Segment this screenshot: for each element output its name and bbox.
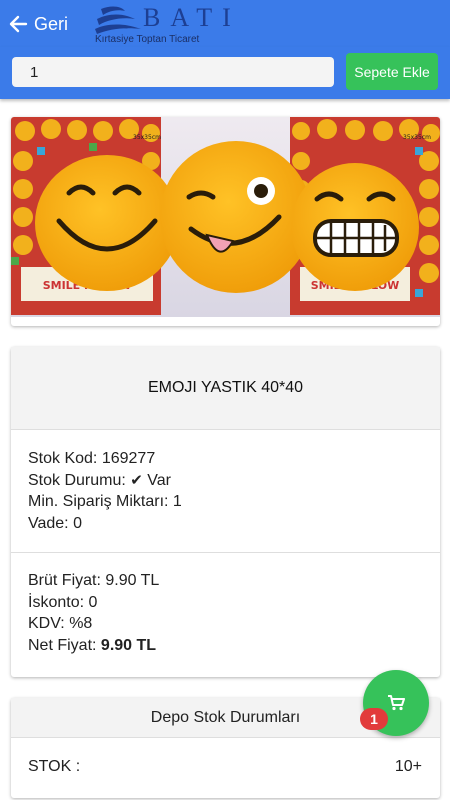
arrow-left-icon [9, 15, 28, 33]
net-price-value: 9.90 TL [100, 636, 157, 654]
vat-row: KDV: %8 [28, 613, 423, 635]
grin-pillow [291, 163, 419, 291]
order-bar: Sepete Ekle [0, 47, 450, 99]
box-size-label-right: 35x35cm [403, 134, 431, 141]
stock-status-label: Stok Durumu: [28, 471, 126, 489]
wave-logo-icon [95, 6, 141, 34]
brand-subtitle: Kırtasiye Toptan Ticaret [95, 34, 200, 45]
depot-stock-value: 10+ [394, 758, 422, 775]
discount-row: İskonto: 0 [28, 592, 423, 614]
depot-stock-label: STOK : [28, 758, 81, 775]
check-icon: ✔ [130, 471, 143, 489]
term-row: Vade: 0 [28, 513, 423, 535]
smile-pillow [35, 155, 179, 291]
box-size-label: 35x35cm [133, 134, 161, 141]
stock-details: Stok Kod: 169277 Stok Durumu: ✔ Var Min.… [11, 430, 440, 553]
gross-price-value: 9.90 TL [105, 572, 160, 589]
cart-count-badge: 1 [360, 708, 388, 730]
back-label: Geri [34, 13, 69, 34]
term-value: 0 [73, 514, 82, 532]
stock-code-row: Stok Kod: 169277 [28, 448, 423, 470]
min-order-value: 1 [172, 493, 182, 510]
stock-code-value: 169277 [101, 450, 156, 467]
stock-status-row: Stok Durumu: ✔ Var [28, 470, 423, 492]
stock-code-label: Stok Kod: [28, 450, 98, 467]
net-price-label: Net Fiyat: [28, 636, 97, 654]
stock-status-value: Var [147, 471, 172, 489]
quantity-input[interactable] [12, 57, 334, 87]
cart-icon [388, 695, 405, 711]
price-details: Brüt Fiyat: 9.90 TL İskonto: 0 KDV: %8 N… [11, 553, 440, 656]
net-price-row: Net Fiyat: 9.90 TL [28, 635, 423, 657]
add-to-cart-button[interactable]: Sepete Ekle [346, 53, 438, 90]
min-order-row: Min. Sipariş Miktarı: 1 [28, 491, 423, 513]
product-image[interactable]: SMILE PILLOW 35x35cm SMILE PILLOW 35x35c… [11, 117, 440, 317]
brand-logo: BATI Kırtasiye Toptan Ticaret [95, 3, 235, 45]
min-order-label: Min. Sipariş Miktarı: [28, 493, 169, 510]
product-info-card: EMOJI YASTIK 40*40 Stok Kod: 169277 Stok… [11, 347, 440, 677]
brand-name: BATI [143, 3, 241, 32]
term-label: Vade: [28, 514, 69, 532]
product-name: EMOJI YASTIK 40*40 [11, 347, 440, 430]
gross-price-row: Brüt Fiyat: 9.90 TL [28, 570, 423, 592]
back-button[interactable]: Geri [8, 11, 68, 37]
vat-value: %8 [69, 615, 93, 632]
depot-stock-row: STOK : 10+ [28, 758, 422, 776]
vat-label: KDV: [28, 615, 65, 632]
discount-label: İskonto: [28, 593, 85, 611]
wink-pillow [160, 141, 312, 293]
gross-price-label: Brüt Fiyat: [28, 572, 101, 589]
app-header: Geri BATI Kırtasiye Toptan Ticaret [0, 0, 450, 47]
product-image-card: SMILE PILLOW 35x35cm SMILE PILLOW 35x35c… [11, 117, 440, 326]
discount-value: 0 [88, 593, 98, 611]
